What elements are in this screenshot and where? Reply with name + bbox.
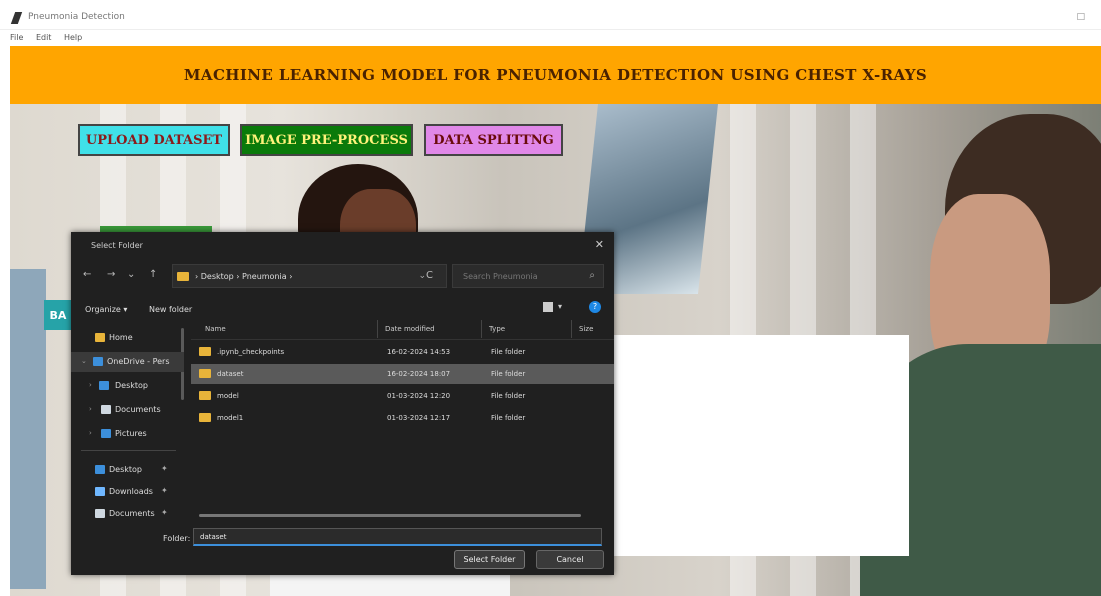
forward-arrow-icon[interactable]: → (107, 269, 115, 280)
menu-edit[interactable]: Edit (36, 33, 52, 42)
address-field[interactable]: › Desktop › Pneumonia › ⌄ (172, 264, 447, 288)
select-folder-button[interactable]: Select Folder (454, 550, 525, 569)
hidden-teal-button[interactable]: BA (44, 300, 72, 330)
chevron-right-icon[interactable]: › (89, 405, 92, 413)
horizontal-scrollbar[interactable] (199, 514, 581, 517)
window-title: Pneumonia Detection (28, 12, 125, 22)
dialog-close-icon[interactable]: ✕ (595, 238, 604, 251)
title-bar: Pneumonia Detection □ (0, 8, 1101, 30)
search-icon: ⌕ (589, 270, 595, 281)
nav-item-home[interactable]: Home (71, 328, 184, 348)
address-bar-row: ← → ⌄ ↑ › Desktop › Pneumonia › ⌄ C Sear… (71, 258, 614, 294)
folder-icon (199, 369, 211, 378)
breadcrumb[interactable]: › Desktop › Pneumonia › (195, 272, 292, 281)
chevron-right-icon[interactable]: › (89, 381, 92, 389)
up-arrow-icon[interactable]: ↑ (149, 269, 157, 280)
dialog-title-bar: Select Folder ✕ (71, 232, 614, 258)
address-dropdown-icon[interactable]: ⌄ (418, 271, 426, 281)
cancel-button[interactable]: Cancel (536, 550, 604, 569)
pin-icon: ✦ (161, 486, 168, 495)
expand-icon[interactable]: ⌄ (81, 357, 87, 365)
column-date-modified[interactable]: Date modified (385, 325, 435, 333)
desktop-icon (95, 465, 105, 474)
file-list: Name Date modified Type Size .ipynb_chec… (191, 318, 614, 520)
upload-dataset-button[interactable]: UPLOAD DATASET (78, 124, 230, 156)
column-size[interactable]: Size (579, 325, 593, 333)
folder-name-input[interactable]: dataset (193, 528, 602, 546)
help-icon[interactable]: ? (589, 301, 601, 313)
nav-separator (81, 450, 176, 451)
navigation-pane: Home ⌄ OneDrive - Pers › Desktop › Docum… (71, 324, 184, 520)
column-name[interactable]: Name (205, 325, 226, 333)
nav-item-desktop[interactable]: › Desktop (71, 376, 184, 396)
dialog-title: Select Folder (91, 241, 143, 250)
nav-item-downloads[interactable]: Downloads ✦ (71, 482, 184, 502)
column-type[interactable]: Type (489, 325, 505, 333)
image-display-panel (613, 335, 909, 556)
search-input[interactable]: Search Pneumonia ⌕ (452, 264, 604, 288)
folder-icon (177, 272, 189, 281)
nav-item-documents[interactable]: › Documents (71, 400, 184, 420)
app-window: Pneumonia Detection □ File Edit Help MAC… (0, 0, 1101, 596)
select-folder-dialog: Select Folder ✕ ← → ⌄ ↑ › Desktop › Pneu… (71, 232, 614, 575)
nav-item-quick-documents[interactable]: Documents ✦ (71, 504, 184, 520)
file-row[interactable]: .ipynb_checkpoints 16-02-2024 14:53 File… (191, 342, 614, 362)
view-options-icon[interactable] (543, 302, 553, 312)
app-feather-icon (10, 12, 23, 24)
search-placeholder: Search Pneumonia (463, 272, 538, 281)
folder-icon (199, 391, 211, 400)
pictures-icon (101, 429, 111, 438)
organize-button[interactable]: Organize ▾ (85, 305, 127, 314)
chevron-right-icon[interactable]: › (89, 429, 92, 437)
folder-name-value: dataset (200, 533, 227, 541)
cloud-icon (93, 357, 103, 366)
pin-icon: ✦ (161, 464, 168, 473)
file-row-selected[interactable]: dataset 16-02-2024 18:07 File folder (191, 364, 614, 384)
pin-icon: ✦ (161, 508, 168, 517)
recent-dropdown-icon[interactable]: ⌄ (127, 269, 135, 280)
folder-label: Folder: (163, 534, 191, 543)
menu-file[interactable]: File (10, 33, 23, 42)
banner-title: MACHINE LEARNING MODEL FOR PNEUMONIA DET… (183, 66, 928, 84)
nav-item-onedrive[interactable]: ⌄ OneDrive - Pers (71, 352, 184, 372)
file-row[interactable]: model 01-03-2024 12:20 File folder (191, 386, 614, 406)
home-icon (95, 333, 105, 342)
back-arrow-icon[interactable]: ← (83, 269, 91, 280)
documents-icon (101, 405, 111, 414)
download-icon (95, 487, 105, 496)
file-list-header: Name Date modified Type Size (191, 318, 614, 340)
refresh-icon[interactable]: C (426, 270, 433, 281)
desktop-icon (99, 381, 109, 390)
menu-bar: File Edit Help (0, 30, 1101, 46)
maximize-button[interactable]: □ (1076, 12, 1085, 22)
nav-item-quick-desktop[interactable]: Desktop ✦ (71, 460, 184, 480)
nav-item-pictures[interactable]: › Pictures (71, 424, 184, 444)
folder-icon (199, 413, 211, 422)
view-dropdown-icon[interactable]: ▾ (558, 302, 562, 311)
image-preprocess-button[interactable]: IMAGE PRE-PROCESS (240, 124, 413, 156)
file-row[interactable]: model1 01-03-2024 12:17 File folder (191, 408, 614, 428)
header-banner: MACHINE LEARNING MODEL FOR PNEUMONIA DET… (10, 46, 1101, 104)
folder-icon (199, 347, 211, 356)
new-folder-button[interactable]: New folder (149, 305, 192, 314)
documents-icon (95, 509, 105, 518)
menu-help[interactable]: Help (64, 33, 82, 42)
data-splitting-button[interactable]: DATA SPLITTNG (424, 124, 563, 156)
